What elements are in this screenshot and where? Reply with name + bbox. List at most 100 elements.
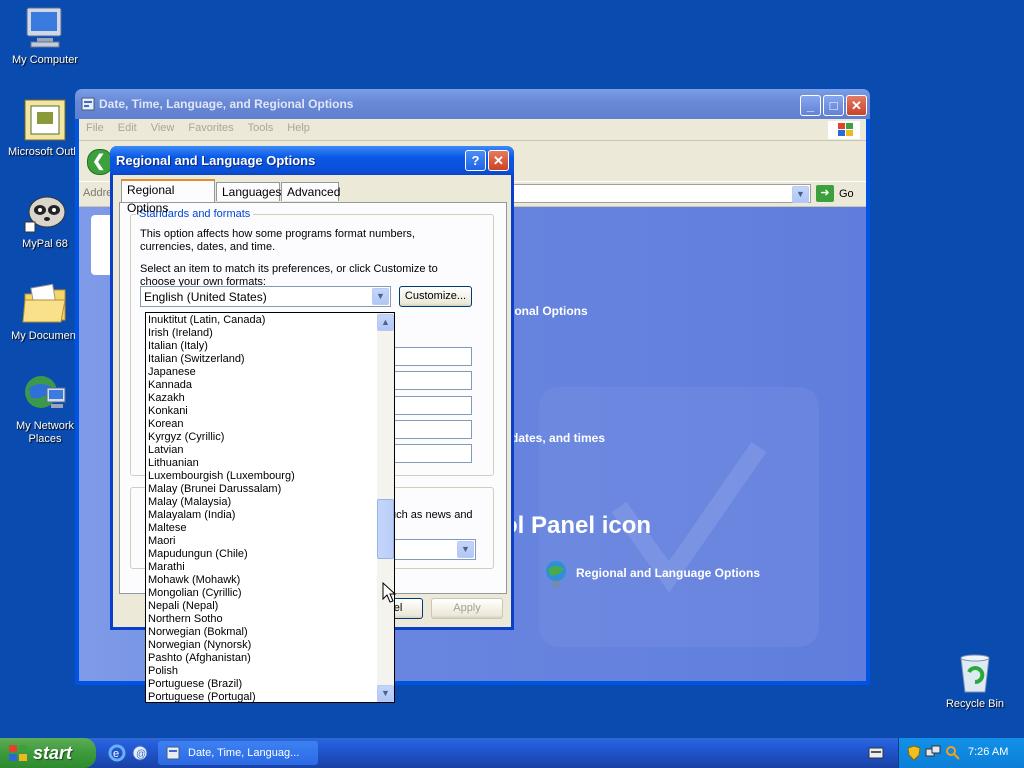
- address-label: Addre: [83, 187, 113, 199]
- tab-regional-options[interactable]: Regional Options: [121, 179, 215, 215]
- dropdown-option[interactable]: Luxembourgish (Luxembourg): [146, 470, 378, 483]
- sample-time-field: [390, 396, 472, 415]
- dropdown-option[interactable]: Norwegian (Bokmal): [146, 626, 378, 639]
- dropdown-option[interactable]: Italian (Italy): [146, 340, 378, 353]
- dropdown-option[interactable]: Marathi: [146, 561, 378, 574]
- go-arrow-icon[interactable]: ➜: [816, 185, 834, 202]
- dropdown-option[interactable]: Maori: [146, 535, 378, 548]
- dropdown-option[interactable]: Kazakh: [146, 392, 378, 405]
- search-icon[interactable]: [945, 745, 961, 764]
- maximize-button[interactable]: □: [823, 95, 844, 116]
- minimize-button[interactable]: _: [800, 95, 821, 116]
- menu-view[interactable]: View: [144, 119, 182, 137]
- help-button[interactable]: ?: [465, 150, 486, 171]
- windows-flag-icon: [8, 744, 28, 767]
- menu-bar: File Edit View Favorites Tools Help: [79, 119, 866, 141]
- menu-file[interactable]: File: [79, 119, 111, 137]
- dropdown-option[interactable]: Portuguese (Portugal): [146, 691, 378, 704]
- dropdown-option[interactable]: Inuktitut (Latin, Canada): [146, 314, 378, 327]
- dropdown-option[interactable]: Latvian: [146, 444, 378, 457]
- tab-advanced[interactable]: Advanced: [281, 182, 340, 201]
- regional-options-link[interactable]: Regional and Language Options: [576, 566, 760, 580]
- taskbar-item-control-panel[interactable]: Date, Time, Languag...: [158, 741, 318, 765]
- ie-quicklaunch-icon[interactable]: e: [108, 744, 126, 765]
- chevron-down-icon[interactable]: ▼: [457, 541, 474, 558]
- customize-button[interactable]: Customize...: [399, 286, 472, 307]
- close-button[interactable]: ✕: [846, 95, 867, 116]
- tab-languages[interactable]: Languages: [216, 182, 281, 201]
- dropdown-option[interactable]: Lithuanian: [146, 457, 378, 470]
- chevron-down-icon[interactable]: ▼: [792, 186, 809, 203]
- dropdown-option[interactable]: Malayalam (India): [146, 509, 378, 522]
- dropdown-option[interactable]: Kyrgyz (Cyrillic): [146, 431, 378, 444]
- desktop-icon-recycle-bin[interactable]: Recycle Bin: [930, 648, 1020, 711]
- help-icon: ?: [471, 153, 480, 168]
- dropdown-option[interactable]: Mongolian (Cyrillic): [146, 587, 378, 600]
- apply-button[interactable]: Apply: [431, 598, 503, 619]
- svg-text:@: @: [136, 749, 146, 760]
- outlook-icon: [21, 96, 69, 144]
- minimize-icon: _: [806, 98, 815, 113]
- scroll-down-icon[interactable]: ▼: [377, 685, 394, 702]
- format-dropdown-list[interactable]: Inuktitut (Latin, Canada) Irish (Ireland)…: [145, 312, 395, 703]
- dropdown-option[interactable]: Japanese: [146, 366, 378, 379]
- dropdown-option[interactable]: Nepali (Nepal): [146, 600, 378, 613]
- system-tray: 7:26 AM: [898, 738, 1024, 768]
- location-select[interactable]: ▼: [390, 539, 476, 560]
- start-button[interactable]: start: [0, 738, 96, 768]
- menu-help[interactable]: Help: [280, 119, 317, 137]
- control-panel-icon: [81, 97, 95, 114]
- dropdown-option[interactable]: Irish (Ireland): [146, 327, 378, 340]
- scroll-up-icon[interactable]: ▲: [377, 314, 394, 331]
- dropdown-option[interactable]: Northern Sotho: [146, 613, 378, 626]
- dropdown-items: Inuktitut (Latin, Canada) Irish (Ireland)…: [146, 314, 378, 704]
- computer-icon: [21, 4, 69, 52]
- maximize-icon: □: [829, 98, 838, 113]
- folder-icon: [21, 280, 69, 328]
- dropdown-option[interactable]: Mohawk (Mohawk): [146, 574, 378, 587]
- close-icon: ✕: [493, 153, 504, 168]
- window-title: Date, Time, Language, and Regional Optio…: [99, 97, 354, 111]
- close-icon: ✕: [851, 98, 862, 113]
- format-select[interactable]: English (United States) ▼: [140, 286, 391, 307]
- location-text: uch as news and: [390, 509, 473, 521]
- dropdown-scrollbar[interactable]: ▲ ▼: [377, 313, 394, 702]
- menu-favorites[interactable]: Favorites: [181, 119, 240, 137]
- dropdown-option[interactable]: Polish: [146, 665, 378, 678]
- dropdown-option[interactable]: Korean: [146, 418, 378, 431]
- format-select-value: English (United States): [144, 290, 267, 304]
- sample-long-date-field: [390, 444, 472, 463]
- security-shield-icon[interactable]: [907, 745, 921, 764]
- dropdown-option[interactable]: Malay (Malaysia): [146, 496, 378, 509]
- task-link[interactable]: dates, and times: [511, 431, 605, 445]
- desktop-icon-my-computer[interactable]: My Computer: [0, 4, 90, 67]
- dropdown-option[interactable]: Pashto (Afghanistan): [146, 652, 378, 665]
- dropdown-option[interactable]: Italian (Switzerland): [146, 353, 378, 366]
- address-input[interactable]: ▼: [509, 184, 811, 203]
- keyboard-icon[interactable]: [868, 747, 884, 762]
- dropdown-option[interactable]: Kannada: [146, 379, 378, 392]
- network-icon[interactable]: [925, 745, 941, 764]
- desktop-icon-label: My Computer: [11, 54, 79, 66]
- menu-tools[interactable]: Tools: [241, 119, 281, 137]
- dialog-titlebar[interactable]: Regional and Language Options ? ✕: [110, 146, 514, 175]
- window-titlebar[interactable]: Date, Time, Language, and Regional Optio…: [75, 89, 870, 119]
- content-heading: ional Options: [511, 304, 588, 318]
- dropdown-option[interactable]: Portuguese (Brazil): [146, 678, 378, 691]
- chevron-down-icon[interactable]: ▼: [372, 288, 389, 305]
- go-button[interactable]: Go: [839, 188, 854, 200]
- scroll-thumb[interactable]: [377, 499, 394, 559]
- outlook-quicklaunch-icon[interactable]: @: [131, 744, 149, 765]
- dialog-title: Regional and Language Options: [116, 153, 316, 168]
- dropdown-option[interactable]: Mapudungun (Chile): [146, 548, 378, 561]
- back-arrow-icon: ❮: [92, 153, 106, 170]
- dropdown-option[interactable]: Malay (Brunei Darussalam): [146, 483, 378, 496]
- recycle-bin-icon: [951, 648, 999, 696]
- dialog-close-button[interactable]: ✕: [488, 150, 509, 171]
- dropdown-option[interactable]: Konkani: [146, 405, 378, 418]
- dropdown-option[interactable]: Norwegian (Nynorsk): [146, 639, 378, 652]
- clock[interactable]: 7:26 AM: [968, 746, 1008, 758]
- svg-text:e: e: [113, 748, 119, 760]
- dropdown-option[interactable]: Maltese: [146, 522, 378, 535]
- menu-edit[interactable]: Edit: [111, 119, 144, 137]
